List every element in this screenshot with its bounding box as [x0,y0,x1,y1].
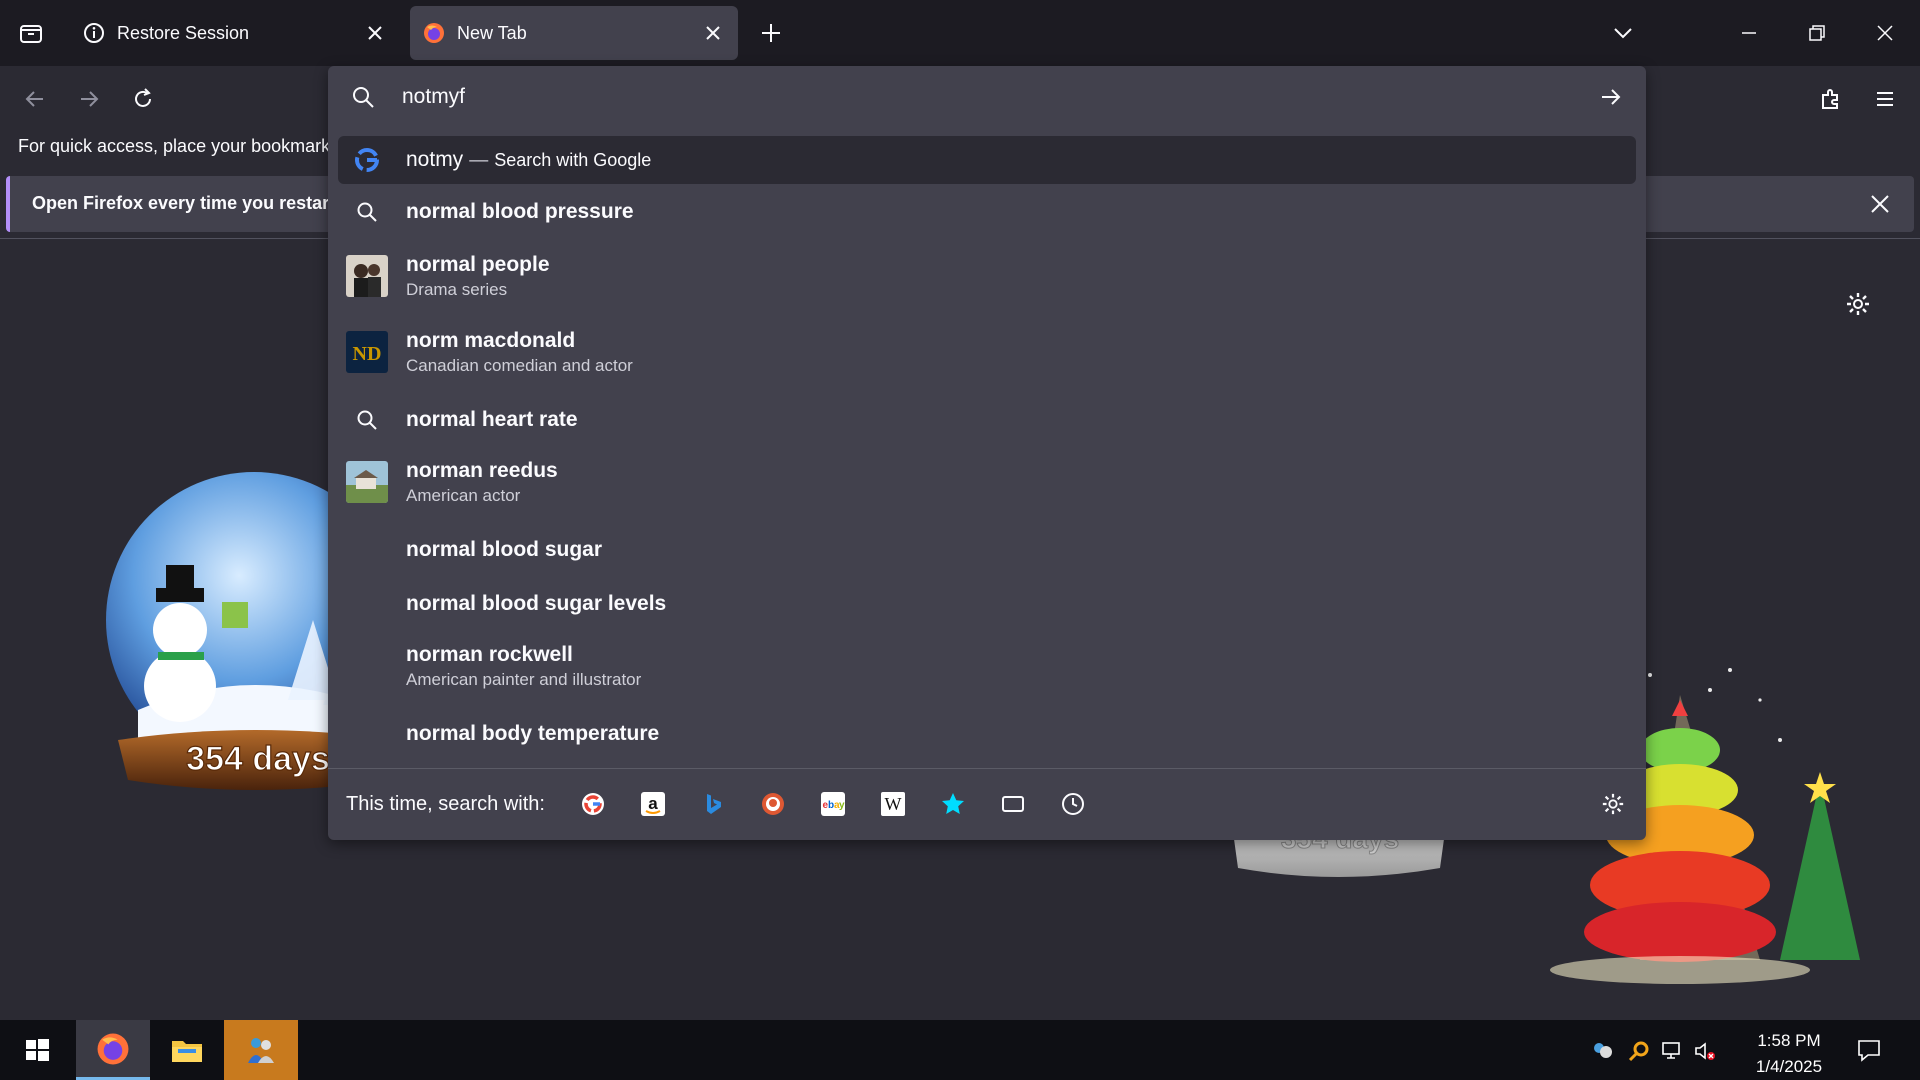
weather-app-tray-icon[interactable] [1590,1038,1616,1064]
close-tab-icon[interactable] [696,16,730,50]
notification-text: Open Firefox every time you restart [32,193,336,213]
urlbar-input[interactable] [402,80,1502,114]
google-icon [346,139,388,181]
ebay-icon[interactable]: ebay [816,787,850,821]
new-tab-plus-icon[interactable] [748,10,794,56]
new-tab-settings-gear-icon[interactable] [1840,286,1876,322]
urlbar [328,66,1646,128]
result-row[interactable]: ND norm macdonald Canadian comedian and … [338,320,1636,384]
taskbar-file-explorer-icon[interactable] [150,1020,224,1080]
reload-icon[interactable] [120,76,166,122]
result-title: normal heart rate [406,408,578,431]
result-row[interactable]: norman reedus American actor [338,450,1636,514]
info-icon [83,22,105,44]
close-notification-icon[interactable] [1862,186,1898,222]
svg-text:W: W [885,794,902,814]
back-arrow-icon[interactable] [12,76,58,122]
result-row[interactable]: normal heart rate [338,396,1636,444]
result-separator: — [469,150,489,171]
tab-title: Restore Session [117,22,250,43]
bookmarks-toolbar-hint: For quick access, place your bookmarks [18,136,340,156]
close-window-icon[interactable] [1862,10,1908,56]
clock-date: 1/4/2025 [1755,1057,1823,1076]
one-off-label: This time, search with: [346,793,545,815]
svg-text:a: a [648,794,658,813]
globe-left-label: 354 days [186,740,330,778]
search-settings-gear-icon[interactable] [1596,787,1630,821]
bookmarks-star-icon[interactable] [936,787,970,821]
windows-start-icon[interactable] [0,1020,74,1080]
history-clock-icon[interactable] [1056,787,1090,821]
network-icon[interactable] [1660,1038,1686,1064]
action-center-notification-icon[interactable] [1834,1020,1904,1080]
tab-overview-icon[interactable] [8,10,54,56]
result-row[interactable]: normal people Drama series [338,244,1636,308]
result-row[interactable]: normal blood pressure [338,188,1636,236]
restore-window-icon[interactable] [1794,10,1840,56]
close-tab-icon[interactable] [358,16,392,50]
taskbar-clock[interactable]: 1:58 PM 1/4/2025 [1734,1028,1844,1080]
search-icon [346,399,388,441]
amazon-icon[interactable]: a [636,787,670,821]
firefox-icon [423,22,445,44]
tab-new-tab[interactable]: New Tab [410,6,738,60]
extensions-puzzle-icon[interactable] [1808,76,1854,122]
result-row[interactable]: normal blood sugar levels [338,580,1636,628]
result-row[interactable]: norman rockwell American painter and ill… [338,634,1636,698]
thumbnail-image: ND [346,331,388,373]
tab-bar: Restore Session New Tab [0,0,1920,66]
result-row[interactable]: normal blood sugar [338,526,1636,574]
result-row-search-google[interactable]: notmy — Search with Google [338,136,1636,184]
result-row[interactable]: normal body temperature [338,710,1636,758]
result-title: normal blood pressure [406,200,634,223]
hamburger-menu-icon[interactable] [1862,76,1908,122]
search-icon [353,87,374,108]
forward-arrow-icon[interactable] [66,76,112,122]
bing-icon[interactable] [696,787,730,821]
google-icon[interactable] [576,787,610,821]
result-title: normal blood sugar [406,538,603,561]
result-title: norman rockwell [406,642,573,666]
result-title: norm macdonald [406,328,576,352]
search-magnifier-tray-icon[interactable] [1626,1038,1652,1064]
windows-taskbar: 1:58 PM 1/4/2025 [0,1020,1920,1080]
go-arrow-icon[interactable] [1594,80,1628,114]
result-subtitle: Drama series [406,279,508,299]
duckduckgo-icon[interactable] [756,787,790,821]
wikipedia-icon[interactable]: W [876,787,910,821]
one-off-search-buttons: This time, search with: a ebay W [328,768,1646,840]
result-title: normal people [406,252,550,276]
taskbar-app-icon[interactable] [224,1020,298,1080]
result-title: normal body temperature [406,722,660,745]
result-subtitle: Canadian comedian and actor [406,355,633,375]
result-subtitle: American painter and illustrator [406,669,642,689]
svg-text:ND: ND [353,343,382,365]
taskbar-firefox-icon[interactable] [76,1020,150,1080]
volume-muted-icon[interactable] [1692,1038,1718,1064]
result-subtitle: American actor [406,485,521,505]
result-title: norman reedus [406,458,558,482]
result-action: Search with Google [494,150,652,170]
minimize-icon[interactable] [1726,10,1772,56]
clock-time: 1:58 PM [1757,1031,1821,1050]
tab-restore-session[interactable]: Restore Session [70,6,400,60]
tabs-icon[interactable] [996,787,1030,821]
svg-text:y: y [839,800,845,811]
thumbnail-image [346,255,388,297]
list-all-tabs-chevron-icon[interactable] [1600,10,1646,56]
urlbar-results-panel: notmy—Search with Google normal blood pr… [328,66,1646,840]
thumbnail-image [346,461,388,503]
result-title: notmy [406,148,464,171]
tab-title: New Tab [457,22,527,43]
result-title: normal blood sugar levels [406,592,667,615]
search-icon [346,191,388,233]
